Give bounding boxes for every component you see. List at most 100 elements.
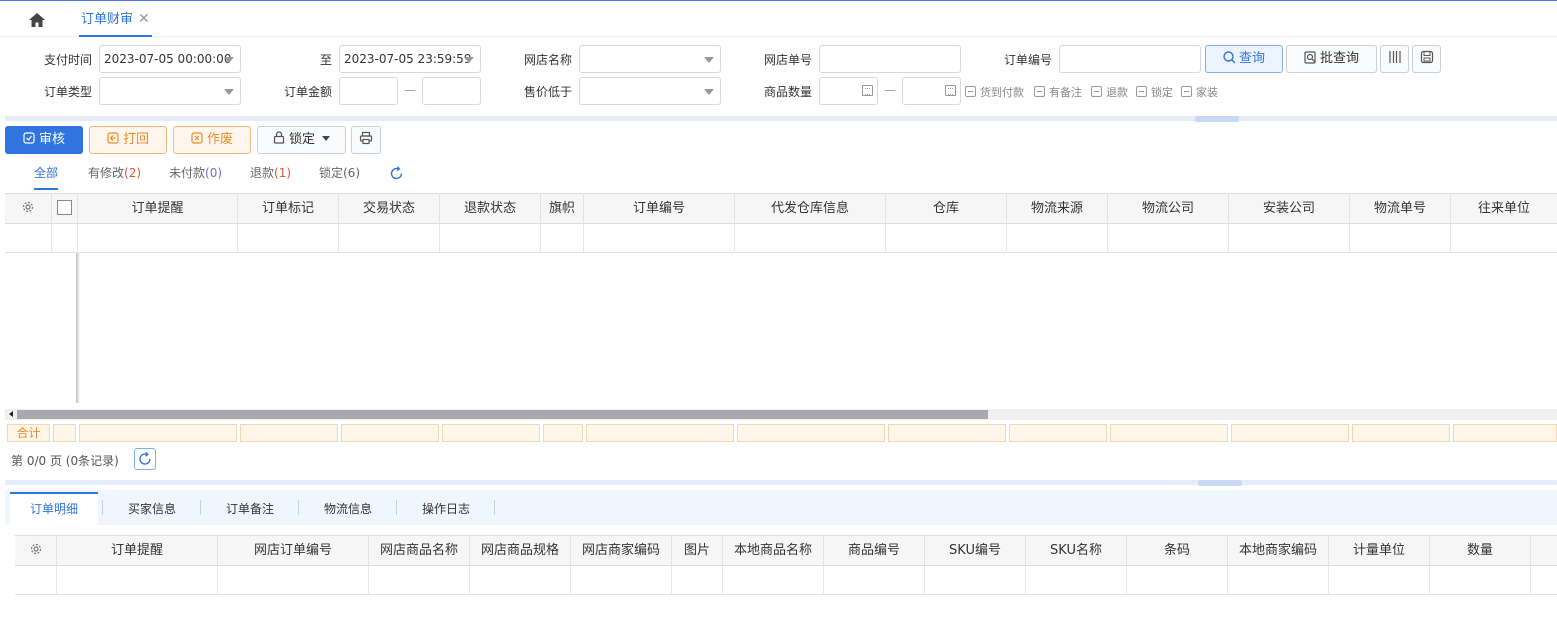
status-tab-count: (2) — [124, 166, 142, 180]
lock-dropdown-button[interactable]: 锁定 — [257, 126, 346, 154]
detail-column-header[interactable]: 网店商品规格 — [470, 536, 571, 567]
order-amount-min-input[interactable] — [339, 77, 398, 105]
column-header[interactable]: 仓库 — [886, 194, 1007, 225]
detail-column-header[interactable]: 数量 — [1430, 536, 1531, 567]
refresh-icon[interactable] — [388, 165, 405, 182]
detail-grid-header: 订单提醒 网店订单编号 网店商品名称 网店商品规格 网店商家编码 图片 本地商品… — [15, 535, 1557, 567]
home-icon[interactable] — [28, 12, 46, 28]
detail-tab-order-remark[interactable]: 订单备注 — [226, 500, 274, 517]
gear-icon[interactable] — [22, 201, 34, 213]
checkbox-box[interactable] — [1091, 86, 1102, 97]
search-button[interactable]: 查询 — [1205, 45, 1283, 73]
detail-tab-logistics[interactable]: 物流信息 — [324, 500, 372, 517]
tab-order-audit[interactable]: 订单财审 ✕ — [79, 9, 152, 37]
detail-column-header[interactable]: 图片 — [672, 536, 723, 567]
detail-tab-op-log[interactable]: 操作日志 — [422, 500, 470, 517]
detail-tab-order-items[interactable]: 订单明细 — [30, 500, 78, 517]
horizontal-scrollbar[interactable] — [5, 409, 1557, 420]
column-header[interactable]: 物流来源 — [1007, 194, 1108, 225]
checkbox-locked[interactable]: 锁定 — [1136, 84, 1173, 100]
checkbox-box[interactable] — [965, 86, 976, 97]
table-cell — [218, 566, 369, 595]
detail-column-header[interactable]: 网店商品名称 — [369, 536, 470, 567]
checkbox-home-decor[interactable]: 家装 — [1181, 84, 1218, 100]
status-tab-count: (0) — [205, 166, 223, 180]
table-row[interactable] — [5, 224, 1557, 253]
summary-cell — [586, 424, 734, 442]
scrollbar-thumb[interactable] — [17, 410, 988, 419]
checkbox-has-remark[interactable]: 有备注 — [1034, 84, 1082, 100]
detail-settings-cell[interactable] — [15, 536, 57, 567]
detail-column-header[interactable]: 本地商品名称 — [723, 536, 824, 567]
detail-column-header[interactable]: 网店订单编号 — [218, 536, 369, 567]
column-header[interactable]: 代发仓库信息 — [735, 194, 886, 225]
checkbox-box[interactable] — [1181, 86, 1192, 97]
column-header[interactable]: 订单标记 — [238, 194, 339, 225]
detail-column-header[interactable]: 计量单位 — [1329, 536, 1430, 567]
checkbox-box[interactable] — [1136, 86, 1147, 97]
void-button[interactable]: 作废 — [173, 126, 251, 154]
detail-table-row[interactable] — [15, 566, 1557, 595]
checkbox-cod[interactable]: 货到付款 — [965, 84, 1024, 100]
save-icon — [1420, 50, 1433, 64]
reject-button[interactable]: 打回 — [89, 126, 167, 154]
save-filter-button[interactable] — [1412, 45, 1441, 73]
detail-column-header[interactable]: 网店商家编码 — [571, 536, 672, 567]
search-icon — [1223, 51, 1236, 64]
table-cell — [925, 566, 1026, 595]
column-header[interactable]: 订单提醒 — [78, 194, 238, 225]
gear-icon[interactable] — [30, 543, 42, 555]
select-all-checkbox[interactable] — [57, 200, 72, 215]
order-no-input[interactable] — [1059, 45, 1201, 73]
order-type-select[interactable] — [99, 77, 241, 105]
pay-time-from-select[interactable]: 2023-07-05 00:00:00 — [99, 45, 241, 73]
shop-name-select[interactable] — [579, 45, 721, 73]
collapse-handle[interactable] — [1195, 116, 1239, 127]
column-settings-cell[interactable] — [5, 194, 52, 225]
detail-column-header[interactable]: SKU编号 — [925, 536, 1026, 567]
pay-time-to-select[interactable]: 2023-07-05 23:59:59 — [339, 45, 481, 73]
status-tab-all[interactable]: 全部 — [34, 164, 59, 190]
pager-refresh-button[interactable] — [134, 448, 156, 470]
price-below-select[interactable] — [579, 77, 721, 105]
column-header[interactable]: 退款状态 — [440, 194, 541, 225]
detail-column-header[interactable]: 条码 — [1127, 536, 1228, 567]
column-header[interactable]: 往来单位 — [1451, 194, 1557, 225]
detail-column-header[interactable]: 商品编号 — [824, 536, 925, 567]
checkbox-box[interactable] — [1034, 86, 1045, 97]
checkbox-refund[interactable]: 退款 — [1091, 84, 1128, 100]
column-header[interactable]: 交易状态 — [339, 194, 440, 225]
detail-column-header[interactable]: 本地商家编码 — [1228, 536, 1329, 567]
checkbox-label: 家装 — [1196, 86, 1218, 99]
calculator-icon[interactable] — [945, 85, 956, 96]
scroll-left-arrow[interactable] — [5, 410, 15, 419]
order-amount-max-input[interactable] — [422, 77, 481, 105]
status-tab-unpaid[interactable]: 未付款(0) — [169, 164, 222, 181]
detail-tab-buyer-info[interactable]: 买家信息 — [128, 500, 176, 517]
column-header[interactable]: 物流公司 — [1108, 194, 1229, 225]
detail-column-header[interactable]: 订单提醒 — [57, 536, 218, 567]
audit-button[interactable]: 审核 — [5, 126, 83, 154]
shop-order-no-input[interactable] — [819, 45, 961, 73]
qty-max-input[interactable] — [902, 77, 961, 105]
select-all-cell[interactable] — [52, 194, 78, 225]
column-header[interactable]: 安装公司 — [1229, 194, 1350, 225]
close-icon[interactable]: ✕ — [138, 11, 150, 27]
columns-button[interactable] — [1380, 45, 1409, 73]
expand-handle[interactable] — [1198, 480, 1242, 490]
column-header[interactable]: 旗帜 — [541, 194, 584, 225]
calculator-icon[interactable] — [862, 85, 873, 96]
table-cell — [15, 566, 57, 595]
status-tab-refund[interactable]: 退款(1) — [250, 164, 291, 181]
status-tab-label: 未付款 — [169, 166, 206, 180]
status-tab-modified[interactable]: 有修改(2) — [88, 164, 141, 181]
status-tab-locked[interactable]: 锁定(6) — [319, 164, 360, 181]
print-button[interactable] — [351, 126, 381, 154]
status-tab-label: 有修改 — [88, 166, 125, 180]
column-header[interactable]: 订单编号 — [584, 194, 735, 225]
table-cell — [1127, 566, 1228, 595]
qty-min-input[interactable] — [819, 77, 878, 105]
detail-column-header[interactable]: SKU名称 — [1026, 536, 1127, 567]
batch-search-button[interactable]: 批查询 — [1286, 45, 1377, 73]
column-header[interactable]: 物流单号 — [1350, 194, 1451, 225]
